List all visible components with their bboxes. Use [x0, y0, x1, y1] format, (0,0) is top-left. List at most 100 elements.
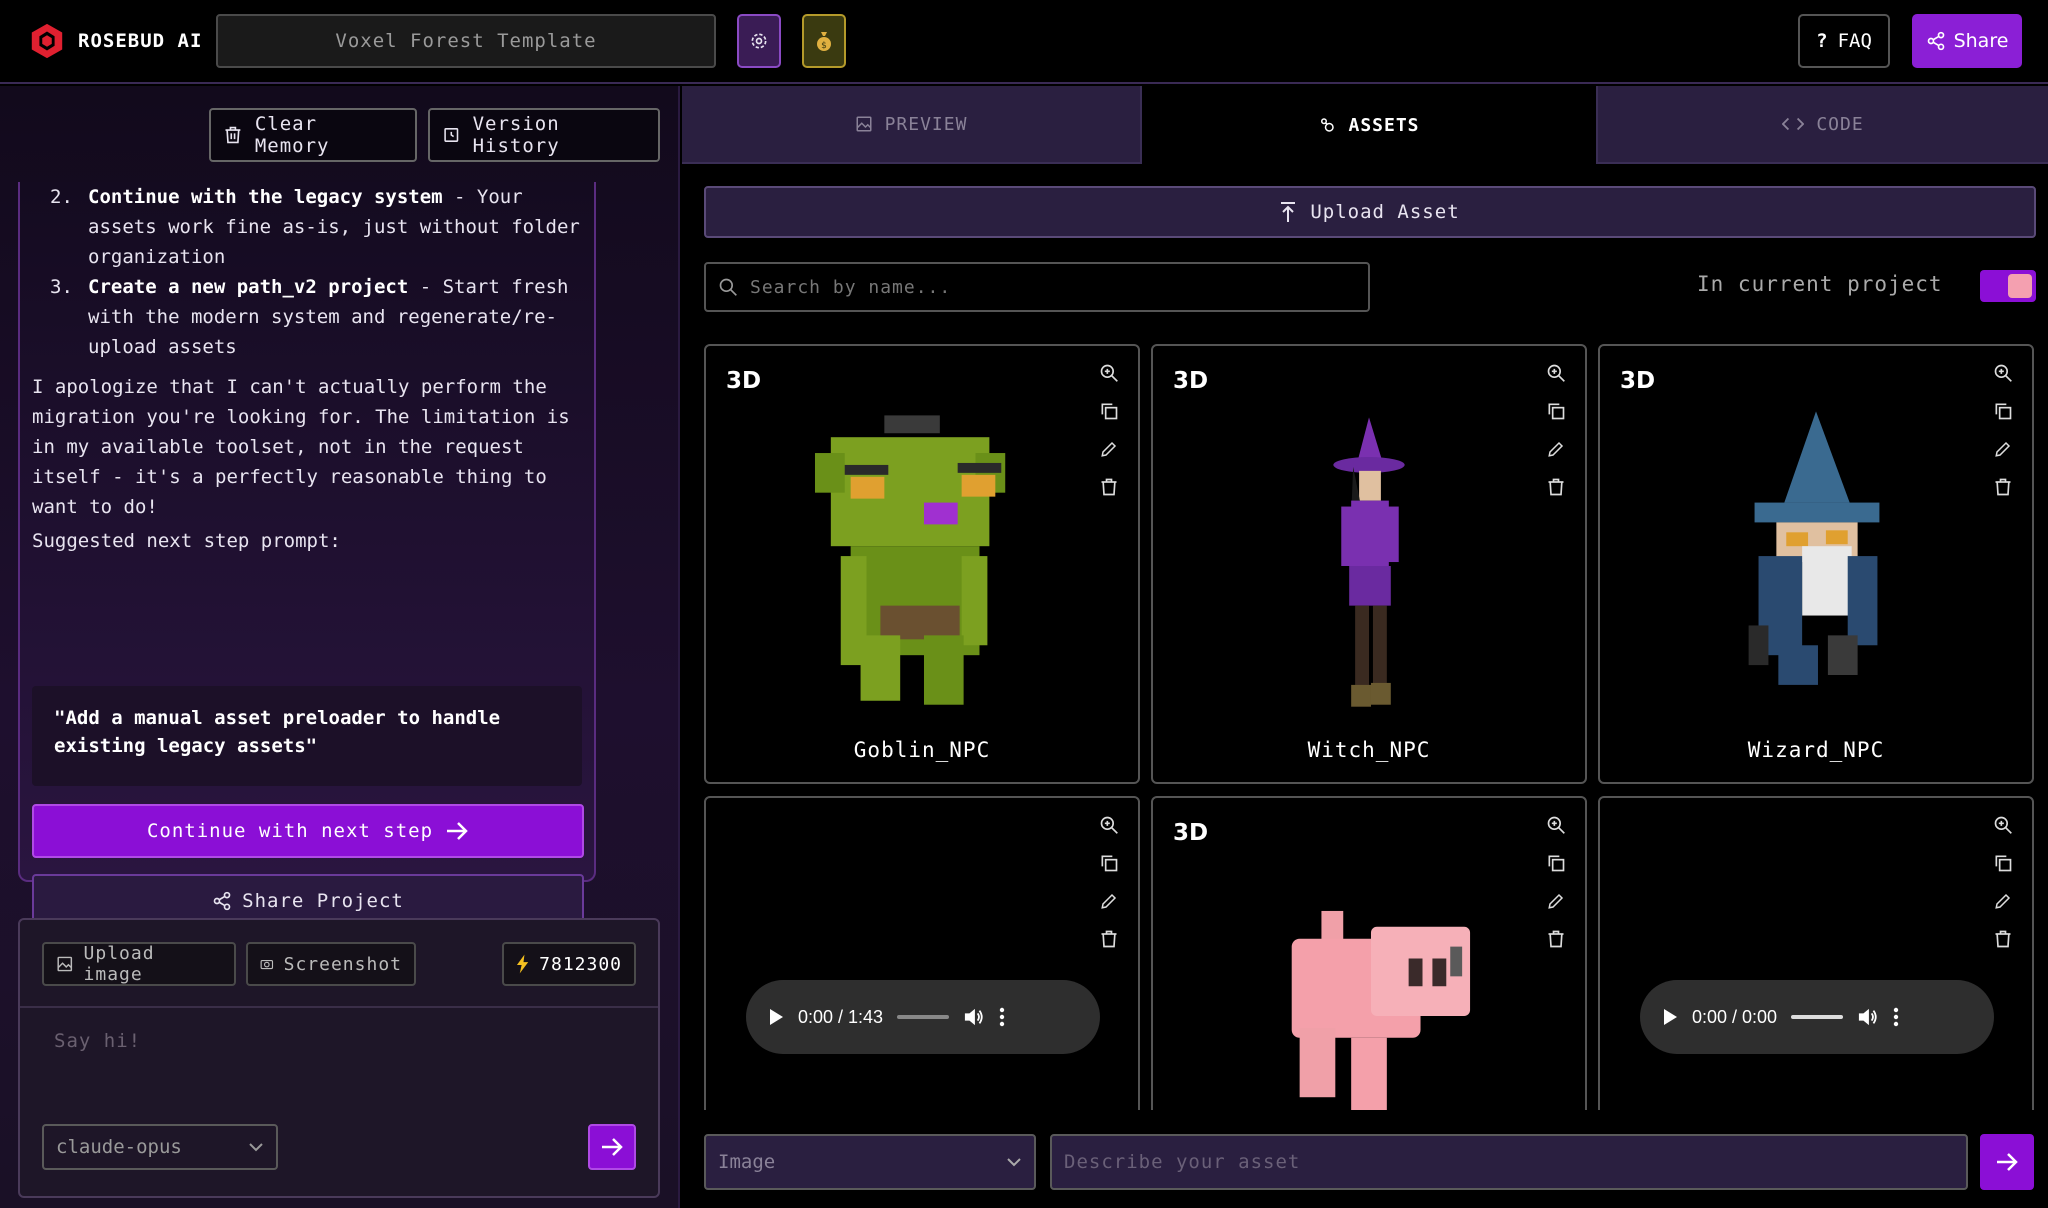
copy-icon[interactable] — [1988, 848, 2018, 878]
rosebud-logo-icon — [31, 23, 63, 59]
toggle-knob — [2008, 274, 2032, 298]
model-select[interactable]: claude-opus — [42, 1124, 278, 1170]
pig-preview-image — [1291, 910, 1471, 1114]
tab-code[interactable]: CODE — [1598, 86, 2048, 164]
asset-type-badge: 3D — [726, 368, 762, 394]
project-title-field[interactable]: Voxel Forest Template — [216, 14, 716, 68]
share-label: Share — [1953, 30, 2009, 52]
tab-assets-label: ASSETS — [1348, 114, 1420, 136]
share-icon — [213, 891, 231, 911]
volume-icon[interactable] — [1857, 1007, 1879, 1027]
play-icon[interactable] — [768, 1008, 784, 1026]
image-icon — [856, 116, 872, 132]
asset-card-audio-empty[interactable]: 0:00 / 0:00 — [1598, 796, 2034, 1116]
chat-panel: Clear Memory Version History 2. Continue… — [0, 86, 680, 1208]
copy-icon[interactable] — [1541, 848, 1571, 878]
chevron-down-icon — [1007, 1158, 1021, 1167]
assets-icon — [1321, 118, 1335, 132]
suggested-prompt: "Add a manual asset preloader to handle … — [32, 686, 582, 786]
in-current-project-label: In current project — [1697, 272, 1943, 296]
svg-text:$: $ — [821, 41, 827, 51]
asset-search-input[interactable]: Search by name... — [704, 262, 1370, 312]
edit-icon[interactable] — [1988, 886, 2018, 916]
goblin-preview-image — [814, 415, 1006, 705]
send-message-button[interactable] — [588, 1124, 636, 1170]
zoom-icon[interactable] — [1988, 358, 2018, 388]
continue-label: Continue with next step — [146, 820, 434, 842]
search-icon — [719, 278, 737, 296]
faq-button[interactable]: ? FAQ — [1798, 14, 1890, 68]
audio-player: 0:00 / 0:00 — [1640, 980, 1994, 1054]
copy-icon[interactable] — [1094, 848, 1124, 878]
asset-card-pig[interactable]: 3D — [1151, 796, 1587, 1116]
generate-asset-button[interactable] — [1980, 1134, 2034, 1190]
suggested-label: Suggested next step prompt: — [32, 530, 341, 552]
asset-type-value: Image — [718, 1151, 776, 1173]
version-history-label: Version History — [472, 113, 560, 157]
in-current-project-toggle[interactable] — [1980, 270, 2036, 302]
audio-time: 0:00 / 1:43 — [798, 1006, 884, 1027]
screenshot-label: Screenshot — [283, 953, 402, 975]
tab-assets[interactable]: ASSETS — [1140, 86, 1598, 164]
zoom-icon[interactable] — [1541, 358, 1571, 388]
search-placeholder: Search by name... — [750, 276, 952, 298]
upload-icon — [1281, 202, 1296, 222]
arrow-right-icon — [1997, 1153, 2018, 1171]
asset-type-select[interactable]: Image — [704, 1134, 1036, 1190]
trash-icon[interactable] — [1988, 924, 2018, 954]
model-select-value: claude-opus — [56, 1136, 182, 1158]
upload-asset-label: Upload Asset — [1310, 201, 1460, 223]
history-icon — [444, 128, 459, 142]
clear-memory-button[interactable]: Clear Memory — [209, 108, 417, 162]
more-options-icon[interactable] — [999, 1007, 1005, 1027]
audio-progress-slider[interactable] — [1791, 1015, 1844, 1019]
token-balance: 7812300 — [502, 942, 636, 986]
zoom-icon[interactable] — [1094, 810, 1124, 840]
card-tools — [1988, 810, 2018, 962]
share-button[interactable]: Share — [1912, 14, 2022, 68]
token-count: 7812300 — [539, 953, 622, 975]
tab-preview-label: PREVIEW — [884, 113, 968, 135]
screenshot-button[interactable]: Screenshot — [246, 942, 416, 986]
asset-type-badge: 3D — [1173, 820, 1209, 846]
brand-logo[interactable]: ROSEBUD AI — [28, 22, 202, 60]
money-bag-icon: $ — [817, 32, 831, 51]
gear-icon — [751, 33, 767, 49]
zoom-icon[interactable] — [1541, 810, 1571, 840]
describe-asset-input[interactable]: Describe your asset — [1050, 1134, 1968, 1190]
trash-icon[interactable] — [1094, 924, 1124, 954]
settings-button[interactable] — [737, 14, 781, 68]
asset-type-badge: 3D — [1620, 368, 1656, 394]
tab-preview[interactable]: PREVIEW — [682, 86, 1140, 164]
edit-icon[interactable] — [1094, 886, 1124, 916]
list-number: 3. — [50, 276, 73, 298]
play-icon[interactable] — [1662, 1008, 1678, 1026]
asset-name: Wizard_NPC — [1747, 738, 1885, 762]
card-tools — [1094, 810, 1124, 962]
list-number: 2. — [50, 186, 73, 208]
composer-toolbar: Upload image Screenshot 7812300 — [20, 920, 658, 1008]
continue-next-step-button[interactable]: Continue with next step — [32, 804, 584, 858]
chevron-down-icon — [249, 1143, 263, 1152]
upload-asset-button[interactable]: Upload Asset — [704, 186, 2036, 238]
upload-image-button[interactable]: Upload image — [42, 942, 236, 986]
share-icon — [1927, 31, 1944, 51]
list-item-title: Continue with the legacy system — [88, 186, 443, 208]
asset-type-badge: 3D — [1173, 368, 1209, 394]
zoom-icon[interactable] — [1094, 358, 1124, 388]
asset-card-wizard[interactable]: 3D Wizard_NPC — [1598, 344, 2034, 784]
asset-name: Goblin_NPC — [853, 738, 991, 762]
audio-progress-slider[interactable] — [897, 1015, 950, 1019]
asset-card-audio[interactable]: 0:00 / 1:43 — [704, 796, 1140, 1116]
message-input[interactable]: Say hi! — [54, 1030, 141, 1052]
more-options-icon[interactable] — [1893, 1007, 1899, 1027]
asset-card-goblin[interactable]: 3D Goblin_NPC — [704, 344, 1140, 784]
asset-card-witch[interactable]: 3D Witch_NPC — [1151, 344, 1587, 784]
wizard-preview-image — [1748, 411, 1880, 685]
question-icon: ? — [1816, 30, 1828, 52]
top-bar: ROSEBUD AI Voxel Forest Template $ ? FAQ… — [0, 0, 2048, 84]
volume-icon[interactable] — [963, 1007, 985, 1027]
version-history-button[interactable]: Version History — [428, 108, 660, 162]
credits-button[interactable]: $ — [802, 14, 846, 68]
zoom-icon[interactable] — [1988, 810, 2018, 840]
